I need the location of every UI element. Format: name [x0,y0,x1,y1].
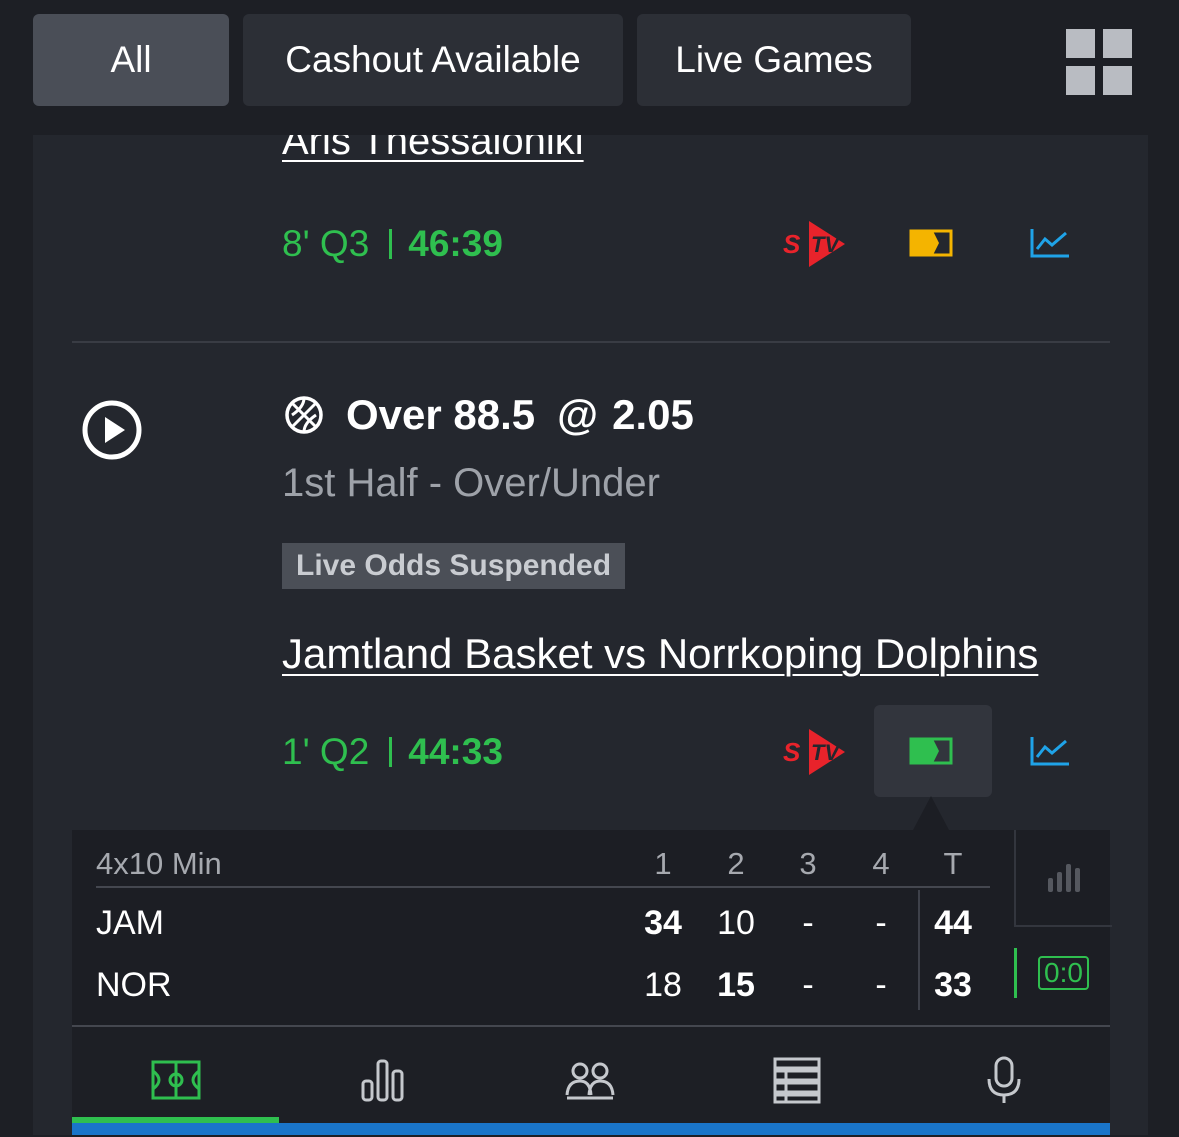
stv-stream-icon[interactable]: S TV [781,219,847,274]
basketball-icon [284,395,324,435]
home-q1: 34 [644,904,682,942]
momentum-tab[interactable] [1014,830,1112,927]
game-clock: 46:39 [408,223,503,264]
scoreboard: 4x10 Min 1 2 3 4 T JAM 34 10 - - 44 NOR … [72,830,1112,1025]
match-tracker-icon[interactable] [909,228,953,263]
live-time: 8' Q3 46:39 [282,223,503,265]
home-q2: 10 [717,904,755,942]
stats-chart-icon[interactable] [1029,735,1071,772]
period-label: 8' Q3 [282,223,370,264]
period-label: 1' Q2 [282,731,370,772]
bet-odds: 2.05 [612,391,694,438]
away-q3: - [802,966,814,1004]
play-icon[interactable] [81,399,143,466]
stats-chart-icon[interactable] [1029,227,1071,264]
live-time: 1' Q2 44:33 [282,731,503,773]
filter-live-games-button[interactable]: Live Games [637,14,911,106]
at-symbol: @ [557,391,599,438]
header-q3: 3 [799,846,817,881]
filter-cashout-button[interactable]: Cashout Available [243,14,623,106]
home-total: 44 [934,904,972,942]
bet-market: 1st Half - Over/Under [282,461,660,505]
bet-card: Aris Thessaloniki 8' Q3 46:39 S TV Over … [33,119,1148,1137]
svg-text:TV: TV [811,740,841,765]
widget-content-strip [72,1123,1110,1135]
tab-pointer [913,796,949,830]
home-q3: - [802,904,814,942]
stv-stream-icon[interactable]: S TV [781,727,847,782]
match-nav [72,1025,1110,1137]
separator [389,737,393,767]
separator [389,229,393,259]
microphone-icon [984,1055,1024,1105]
filter-all-button[interactable]: All [33,14,229,106]
header-q1: 1 [654,846,672,881]
status-badge: Live Odds Suspended [282,543,626,589]
svg-text:S: S [783,737,801,767]
svg-text:TV: TV [811,232,841,257]
total-divider [918,890,920,1010]
grid-view-icon[interactable] [1066,29,1132,95]
match-link-jamtland[interactable]: Jamtland Basket vs Norrkoping Dolphins [282,630,1038,678]
header-q4: 4 [872,846,890,881]
away-total: 33 [934,966,972,1004]
svg-text:S: S [783,229,801,259]
score-button[interactable]: 0:0 [1038,956,1089,990]
bet-title: Over 88.5 @ 2.05 [284,391,694,439]
header-q2: 2 [727,846,745,881]
home-team: JAM [96,904,164,942]
game-clock: 44:33 [408,731,503,772]
bet-divider [72,341,1110,343]
bet-selection: Over 88.5 [346,391,536,438]
header-total: T [943,846,963,881]
match-tracker-tab[interactable] [874,705,992,797]
game-format: 4x10 Min [96,846,222,881]
away-team: NOR [96,966,172,1004]
nav-commentary[interactable] [900,1027,1107,1133]
filter-bar: All Cashout Available Live Games [0,0,1179,135]
away-q4: - [875,966,887,1004]
header-divider [96,886,990,888]
score-green-line [1014,948,1017,998]
away-q1: 18 [644,966,682,1004]
court-icon [151,1060,201,1100]
home-q4: - [875,904,887,942]
lineups-icon [564,1059,616,1101]
momentum-bars-icon [1046,860,1086,899]
nav-table[interactable] [693,1027,900,1133]
away-q2: 15 [717,966,755,1004]
nav-stats[interactable] [279,1027,486,1133]
match-tracker-icon [909,736,953,771]
bar-stats-icon [360,1057,406,1103]
nav-lineups[interactable] [486,1027,693,1133]
table-icon [772,1056,822,1104]
